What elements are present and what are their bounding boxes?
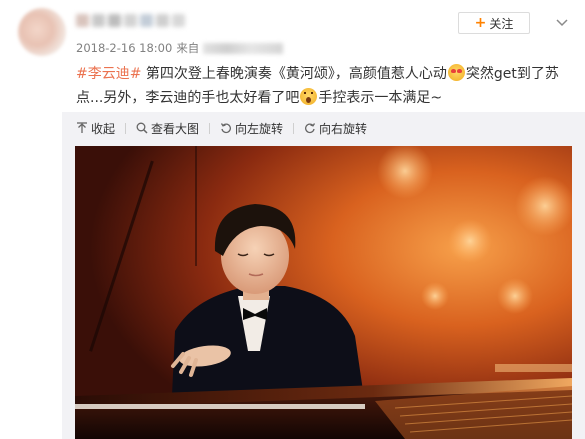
post-photo[interactable] bbox=[75, 146, 572, 439]
plus-icon: + bbox=[474, 15, 487, 31]
username-redacted[interactable] bbox=[76, 14, 185, 27]
toolbar-divider bbox=[125, 122, 127, 134]
source-redacted bbox=[203, 42, 284, 54]
rotate-right-icon bbox=[304, 122, 316, 134]
follow-button[interactable]: + 关注 bbox=[458, 12, 530, 34]
shocked-face-emoji-icon bbox=[300, 88, 318, 105]
post-text-part3: 手控表示一本满足~ bbox=[318, 90, 443, 106]
source-prefix: 来自 bbox=[176, 41, 200, 55]
collapse-label: 收起 bbox=[91, 121, 116, 136]
view-large-button[interactable]: 查看大图 bbox=[136, 120, 199, 137]
post-text-part1: 第四次登上春晚演奏《黄河颂》，高颜值惹人心动 bbox=[141, 66, 447, 82]
post-timestamp[interactable]: 2018-2-16 18:00 bbox=[76, 41, 172, 55]
collapse-arrow-icon bbox=[76, 122, 88, 134]
love-face-emoji-icon bbox=[447, 64, 465, 81]
user-avatar[interactable] bbox=[18, 8, 66, 56]
toolbar-divider bbox=[293, 122, 295, 134]
rotate-right-button[interactable]: 向右旋转 bbox=[304, 120, 367, 137]
rotate-left-button[interactable]: 向左旋转 bbox=[220, 120, 283, 137]
magnifier-icon bbox=[136, 122, 148, 134]
post-text: #李云迪# 第四次登上春晚演奏《黄河颂》，高颜值惹人心动 突然get到了苏点...… bbox=[76, 62, 576, 110]
media-panel: 收起 查看大图 向左旋转 向右旋转 bbox=[62, 112, 585, 439]
follow-label: 关注 bbox=[489, 16, 514, 31]
chevron-down-icon[interactable] bbox=[553, 14, 571, 32]
collapse-button[interactable]: 收起 bbox=[76, 120, 115, 137]
rotate-left-icon bbox=[220, 122, 232, 134]
rotate-left-label: 向左旋转 bbox=[235, 121, 284, 136]
topic-link[interactable]: #李云迪# bbox=[76, 66, 141, 82]
toolbar-divider bbox=[209, 122, 211, 134]
view-large-label: 查看大图 bbox=[151, 121, 200, 136]
rotate-right-label: 向右旋转 bbox=[319, 121, 368, 136]
media-toolbar: 收起 查看大图 向左旋转 向右旋转 bbox=[76, 120, 377, 136]
post-meta: 2018-2-16 18:00 来自 bbox=[76, 40, 284, 56]
weibo-post: 2018-2-16 18:00 来自 + 关注 #李云迪# 第四次登上春晚演奏《… bbox=[0, 0, 585, 439]
pianist-photo-illustration bbox=[75, 146, 572, 439]
